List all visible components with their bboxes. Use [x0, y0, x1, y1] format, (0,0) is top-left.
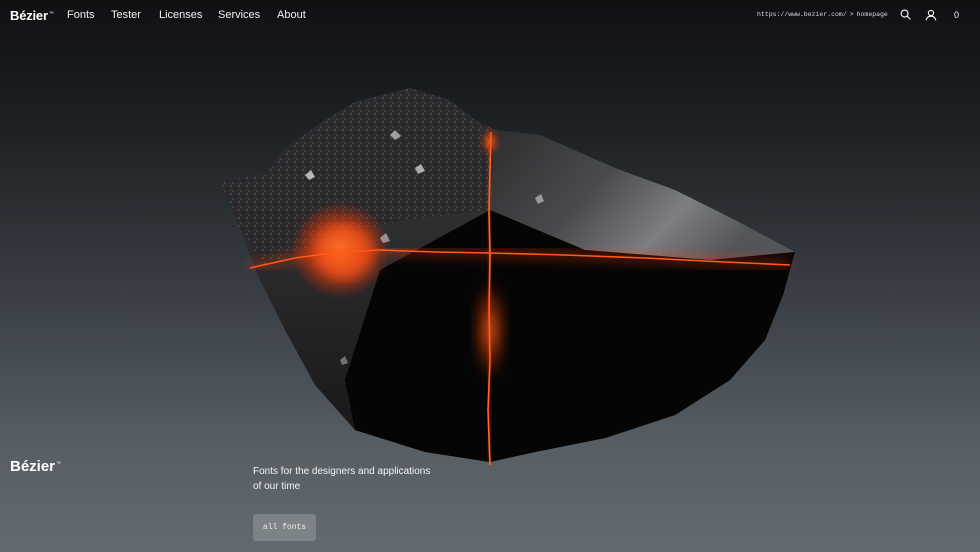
glow-seam-top — [480, 128, 500, 156]
nav-link-fonts[interactable]: Fonts — [67, 9, 95, 21]
hero-tagline-line-1: Fonts for the designers and applications — [253, 466, 431, 477]
nav-link-about[interactable]: About — [277, 9, 306, 21]
hero-brand-logo: Bézier™ — [10, 458, 61, 475]
cart-count[interactable]: 0 — [954, 10, 959, 20]
top-navigation: Bézier™ Fonts Tester Licenses Services A… — [0, 0, 980, 32]
breadcrumb-current-page: homepage — [856, 11, 888, 18]
breadcrumb: https://www.bezier.com/> homepage — [757, 11, 888, 18]
hero-rock-artwork — [205, 80, 805, 475]
hero-tagline: Fonts for the designers and applications… — [253, 464, 453, 494]
hero-tagline-line-2: of our time — [253, 481, 301, 492]
nav-link-services[interactable]: Services — [218, 9, 260, 21]
breadcrumb-url[interactable]: https://www.bezier.com/ — [757, 11, 847, 18]
brand-logo-trademark: ™ — [48, 10, 54, 17]
search-icon[interactable] — [900, 9, 912, 21]
nav-link-tester[interactable]: Tester — [111, 9, 141, 21]
rock-illustration — [220, 88, 795, 466]
glow-seam-cluster — [474, 280, 506, 380]
brand-logo-text: Bézier — [10, 8, 48, 23]
user-icon[interactable] — [925, 9, 937, 21]
nav-link-licenses[interactable]: Licenses — [159, 9, 202, 21]
breadcrumb-separator: > — [849, 11, 854, 18]
all-fonts-button[interactable]: all fonts — [253, 514, 316, 541]
hero-brand-logo-trademark: ™ — [56, 461, 62, 467]
brand-logo[interactable]: Bézier™ — [10, 8, 54, 23]
hero-brand-logo-text: Bézier — [10, 458, 56, 475]
